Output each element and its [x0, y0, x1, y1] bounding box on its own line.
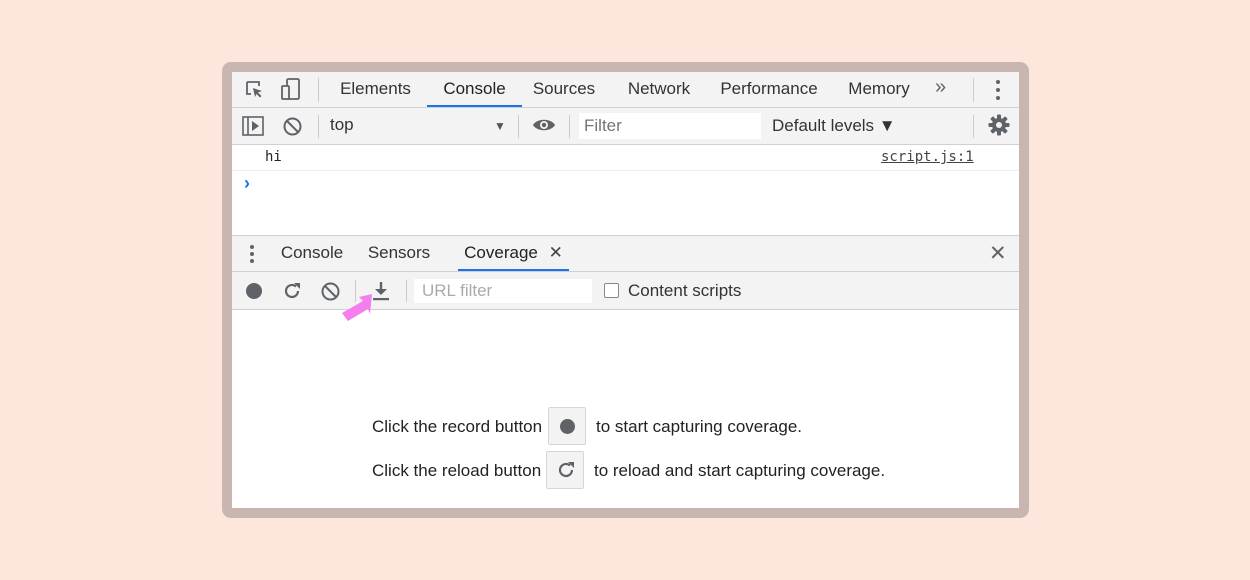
- annotation-arrow-icon: [339, 293, 373, 323]
- drawer-tab-sensors[interactable]: Sensors: [364, 236, 434, 271]
- console-prompt-chevron-icon[interactable]: ›: [244, 173, 250, 194]
- more-tabs-icon[interactable]: »: [935, 76, 946, 99]
- live-expression-eye-icon[interactable]: [532, 117, 556, 133]
- record-instruction-text: Click the record button: [372, 417, 543, 436]
- tab-network[interactable]: Network: [615, 72, 703, 107]
- reload-instruction-suffix: to reload and start capturing coverage.: [594, 461, 886, 480]
- reload-instruction-text: Click the reload button: [372, 461, 542, 480]
- content-scripts-label: Content scripts: [628, 281, 742, 300]
- record-instruction-suffix: to start capturing coverage.: [596, 417, 803, 436]
- drawer-tabbar: Console Sensors Coverage ✕ ✕: [232, 235, 1019, 272]
- show-sidebar-icon[interactable]: [242, 116, 264, 136]
- drawer-tab-console[interactable]: Console: [277, 236, 347, 271]
- tab-sources[interactable]: Sources: [522, 72, 606, 107]
- context-selector[interactable]: top: [330, 115, 354, 135]
- tab-elements[interactable]: Elements: [328, 72, 423, 107]
- clear-coverage-icon[interactable]: [320, 281, 341, 302]
- url-filter-input[interactable]: URL filter: [414, 279, 592, 303]
- close-drawer-icon[interactable]: ✕: [989, 241, 1007, 266]
- tab-console[interactable]: Console: [427, 72, 522, 107]
- console-message-row: hi script.js:1: [232, 145, 1019, 171]
- clear-console-icon[interactable]: [282, 116, 303, 137]
- context-dropdown-icon[interactable]: ▼: [494, 119, 506, 133]
- tab-performance[interactable]: Performance: [708, 72, 830, 107]
- drawer-menu-icon[interactable]: [248, 244, 256, 264]
- export-download-icon[interactable]: [372, 281, 390, 301]
- record-button[interactable]: [548, 407, 586, 445]
- devtools-panel: Elements Console Sources Network Performance…: [232, 72, 1019, 508]
- drawer-tab-coverage[interactable]: Coverage ✕: [458, 236, 569, 271]
- reload-icon[interactable]: [282, 281, 302, 301]
- content-scripts-checkbox[interactable]: [604, 283, 619, 298]
- reload-icon: [556, 460, 576, 480]
- main-tabbar: Elements Console Sources Network Performance…: [232, 72, 1019, 108]
- inspect-element-icon[interactable]: [244, 79, 266, 101]
- kebab-menu-icon[interactable]: [990, 79, 1006, 101]
- tab-memory[interactable]: Memory: [836, 72, 922, 107]
- console-filter-input[interactable]: [579, 113, 761, 139]
- close-tab-icon[interactable]: ✕: [549, 243, 563, 262]
- drawer-tab-coverage-label: Coverage: [464, 243, 538, 262]
- device-toolbar-icon[interactable]: [280, 77, 302, 101]
- console-message-text: hi: [265, 149, 282, 165]
- log-levels-dropdown[interactable]: Default levels ▼: [772, 116, 896, 136]
- settings-gear-icon[interactable]: [988, 114, 1010, 136]
- reload-button[interactable]: [546, 451, 584, 489]
- record-icon[interactable]: [246, 283, 262, 299]
- source-link[interactable]: script.js:1: [881, 149, 974, 165]
- record-icon: [560, 419, 575, 434]
